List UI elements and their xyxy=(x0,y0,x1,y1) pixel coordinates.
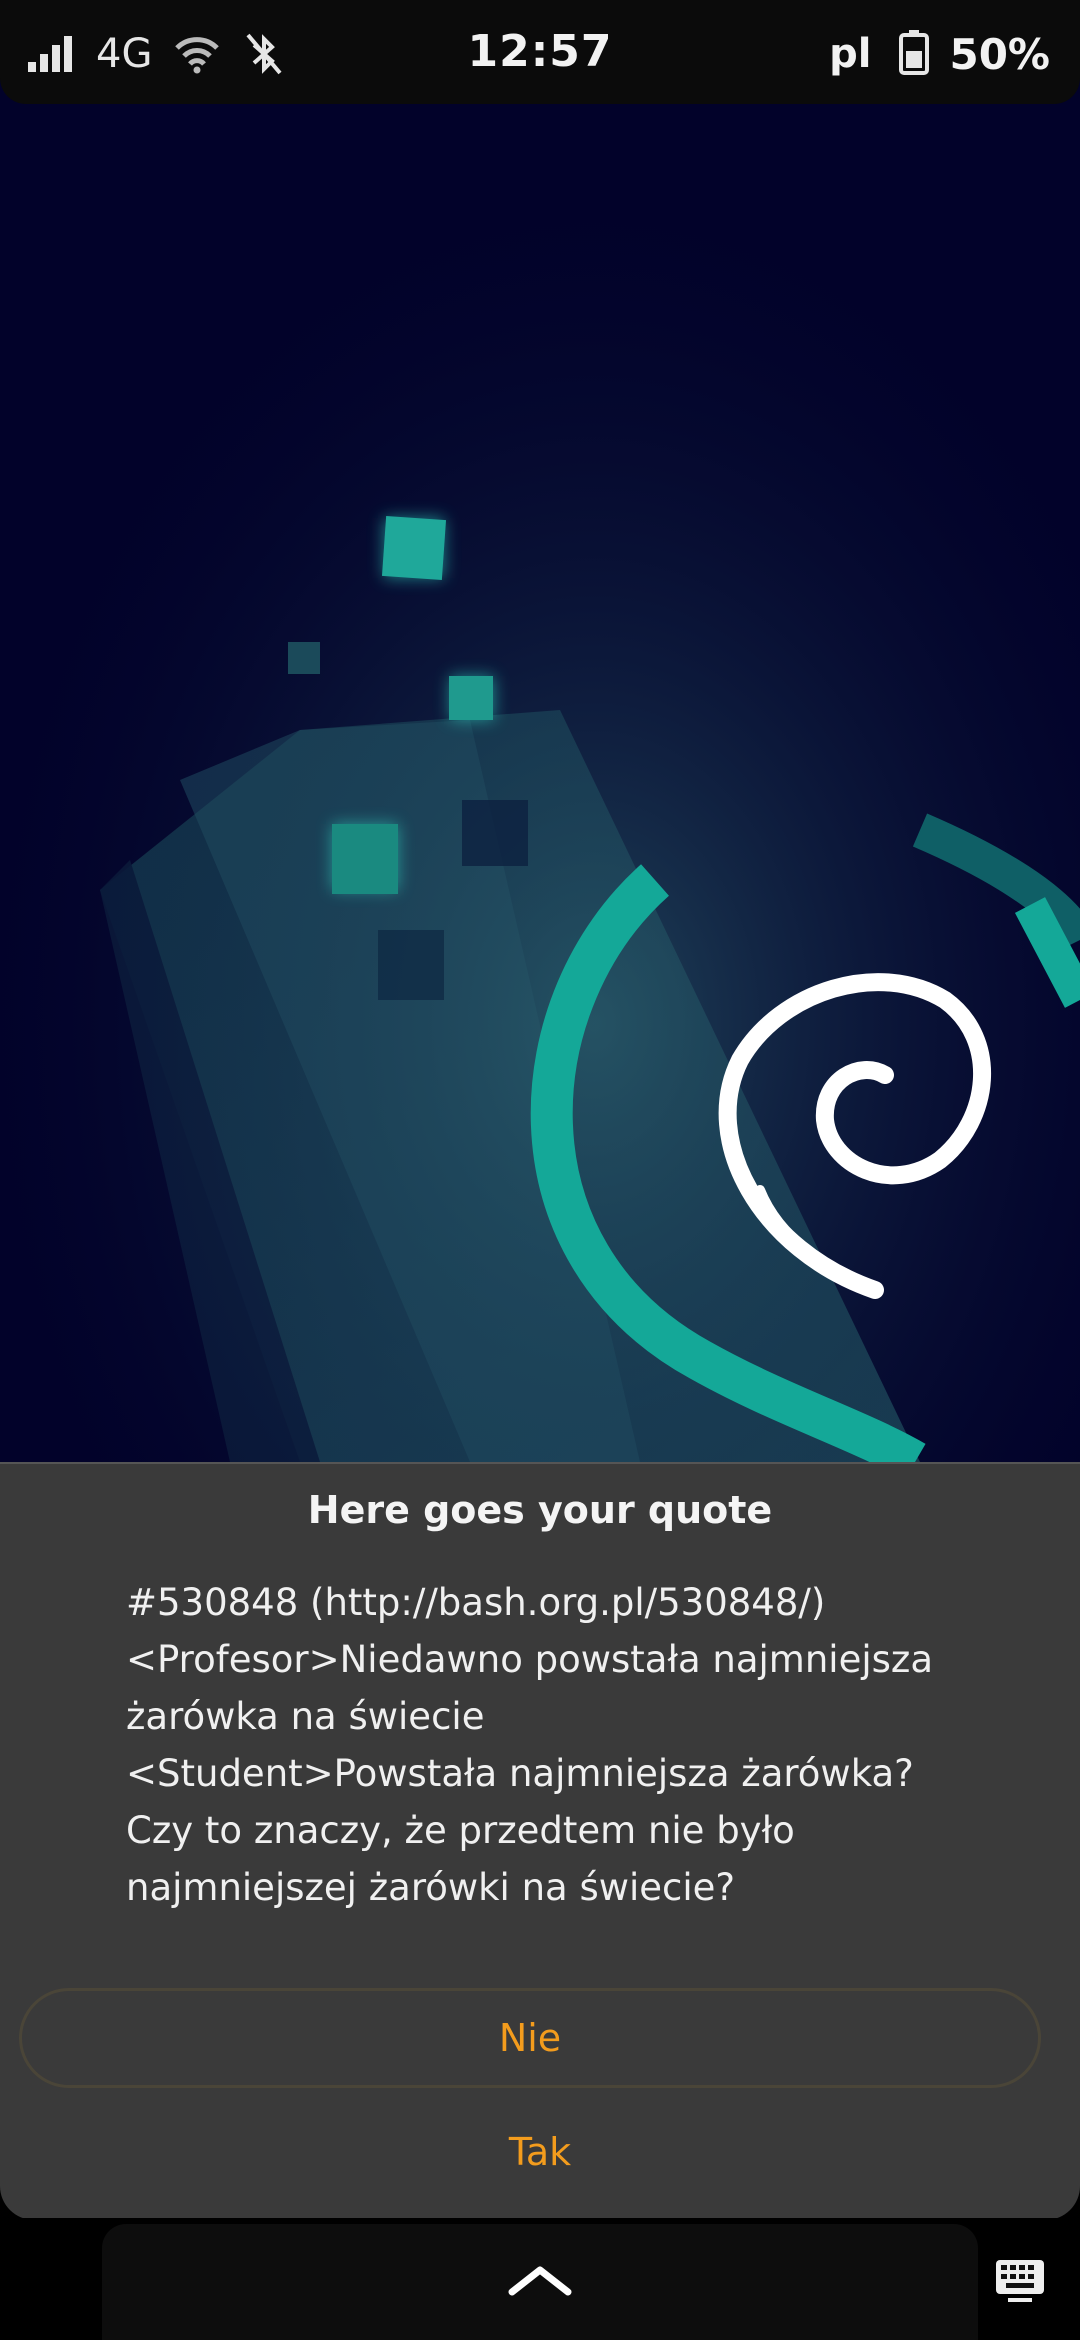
quote-dialog: Here goes your quote #530848 (http://bas… xyxy=(0,1462,1080,2220)
quote-text: #530848 (http://bash.org.pl/530848/) <Pr… xyxy=(126,1581,933,1909)
chevron-up-icon xyxy=(508,2262,572,2302)
yes-button[interactable]: Tak xyxy=(380,2112,700,2192)
keyboard-icon[interactable] xyxy=(994,2256,1046,2304)
battery-icon xyxy=(899,29,930,79)
dialog-title: Here goes your quote xyxy=(307,1488,773,1532)
wallpaper xyxy=(0,0,1080,1462)
app-drawer-handle[interactable] xyxy=(102,2224,978,2340)
battery-percent: 50% xyxy=(949,29,1050,79)
no-button[interactable]: Nie xyxy=(19,1988,1041,2088)
status-bar: 4G 12:57 pl 50% xyxy=(0,0,1080,104)
keyboard-language: pl xyxy=(829,31,872,77)
